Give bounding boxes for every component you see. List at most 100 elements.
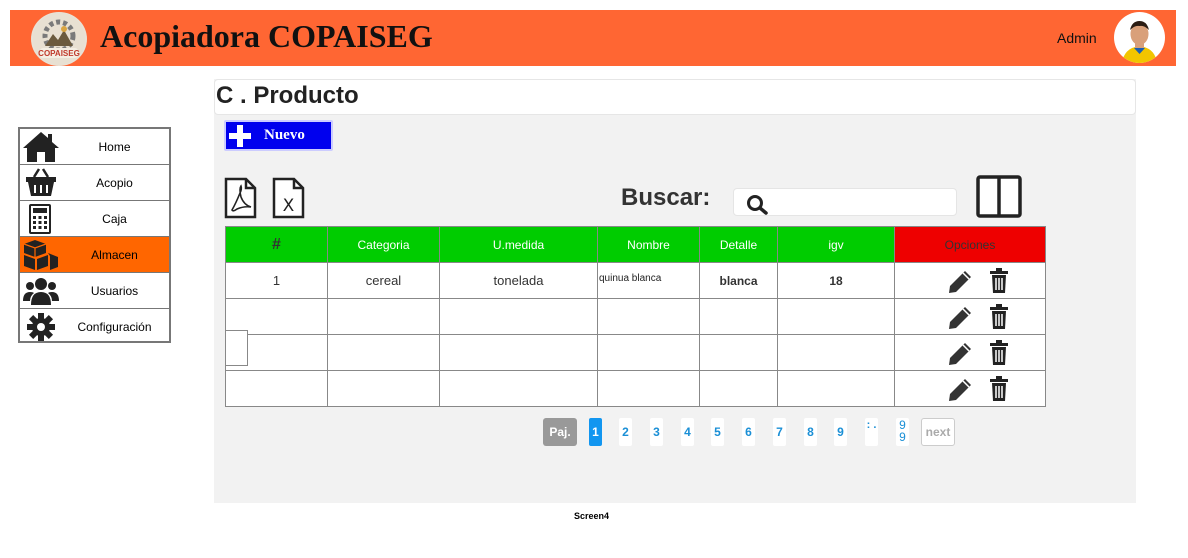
- cell-options: [894, 262, 1046, 299]
- table-header-row: # Categoria U.medida Nombre Detalle igv …: [225, 226, 1046, 263]
- table-row[interactable]: [225, 298, 1046, 335]
- search-label: Buscar:: [621, 184, 711, 211]
- pagination-ellipsis: : .: [865, 418, 878, 446]
- users-icon: [22, 275, 60, 307]
- sidebar-item-label: Almacen: [91, 247, 138, 262]
- cell-categoria: cereal: [327, 262, 440, 299]
- new-product-button[interactable]: Nuevo: [224, 120, 333, 151]
- cell-nombre: [597, 298, 700, 335]
- cell-nombre: [597, 334, 700, 371]
- product-table: # Categoria U.medida Nombre Detalle igv …: [225, 226, 1046, 407]
- cell-nombre: quinua blanca: [597, 262, 700, 299]
- cell-categoria: [327, 370, 440, 407]
- sidebar-item-acopio[interactable]: Acopio: [20, 165, 169, 201]
- page-title: C . Producto: [216, 82, 359, 109]
- sidebar-item-configuracion[interactable]: Configuración: [20, 309, 169, 345]
- table-row[interactable]: [225, 370, 1046, 407]
- page-9-button[interactable]: 9: [834, 418, 847, 446]
- cell-detalle: blanca: [699, 262, 778, 299]
- svg-text:X: X: [283, 196, 295, 216]
- sidebar-item-almacen[interactable]: Almacen: [20, 237, 169, 273]
- sidebar-item-label: Acopio: [96, 175, 133, 190]
- cell-options: [894, 334, 1046, 371]
- boxes-icon: [22, 239, 60, 271]
- sidebar-item-label: Configuración: [77, 320, 152, 334]
- new-button-label: Nuevo: [264, 127, 305, 143]
- page-1-button[interactable]: 1: [589, 418, 602, 446]
- next-page-button[interactable]: next: [921, 418, 955, 446]
- company-logo[interactable]: COPAISEG: [31, 12, 87, 66]
- cell-options: [894, 298, 1046, 335]
- basket-icon: [22, 167, 60, 199]
- search-icon[interactable]: [746, 193, 768, 215]
- trash-icon[interactable]: [989, 304, 1009, 330]
- page-5-button[interactable]: 5: [711, 418, 724, 446]
- last-page-button[interactable]: 9 9: [896, 418, 909, 446]
- page-header: C . Producto: [214, 79, 1136, 115]
- trash-icon[interactable]: [989, 268, 1009, 294]
- cell-nombre: [597, 370, 700, 407]
- search-box: [733, 188, 957, 216]
- cell-igv: [777, 370, 895, 407]
- column-header-categoria[interactable]: Categoria: [327, 226, 440, 263]
- cell-umedida: tonelada: [439, 262, 598, 299]
- pagination-label: Paj.: [543, 418, 577, 446]
- page-2-button[interactable]: 2: [619, 418, 632, 446]
- row-selector-box[interactable]: [225, 330, 248, 366]
- page-8-button[interactable]: 8: [804, 418, 817, 446]
- column-header-opciones: Opciones: [894, 226, 1046, 263]
- sidebar-item-caja[interactable]: Caja: [20, 201, 169, 237]
- edit-icon[interactable]: [947, 305, 973, 331]
- sidebar-item-usuarios[interactable]: Usuarios: [20, 273, 169, 309]
- user-avatar[interactable]: [1114, 12, 1165, 63]
- column-header-igv[interactable]: igv: [777, 226, 895, 263]
- excel-icon[interactable]: X: [272, 177, 305, 219]
- top-bar: COPAISEG Acopiadora COPAISEG Admin: [10, 10, 1176, 66]
- column-header-number[interactable]: #: [225, 226, 328, 263]
- cell-options: [894, 370, 1046, 407]
- home-icon: [22, 131, 60, 163]
- cell-igv: [777, 334, 895, 371]
- sidebar-nav: Home Acopio Caja Almacen Usuarios Config…: [18, 127, 171, 343]
- page-3-button[interactable]: 3: [650, 418, 663, 446]
- cell-categoria: [327, 334, 440, 371]
- sidebar-item-label: Usuarios: [90, 283, 139, 298]
- cell-igv: 18: [777, 262, 895, 299]
- trash-icon[interactable]: [989, 376, 1009, 402]
- pdf-icon[interactable]: [224, 177, 257, 219]
- screen-caption: Screen4: [574, 511, 610, 521]
- plus-icon: [228, 124, 252, 148]
- page-6-button[interactable]: 6: [742, 418, 755, 446]
- edit-icon[interactable]: [947, 341, 973, 367]
- calculator-icon: [22, 203, 60, 235]
- cell-detalle: [699, 334, 778, 371]
- sidebar-item-label: Home: [98, 139, 131, 154]
- column-header-umedida[interactable]: U.medida: [439, 226, 598, 263]
- app-title: Acopiadora COPAISEG: [100, 18, 433, 54]
- table-row[interactable]: [225, 334, 1046, 371]
- table-row[interactable]: 1 cereal tonelada quinua blanca blanca 1…: [225, 262, 1046, 299]
- sidebar-item-label: Caja: [102, 211, 127, 226]
- edit-icon[interactable]: [947, 269, 973, 295]
- cell-igv: [777, 298, 895, 335]
- page-4-button[interactable]: 4: [681, 418, 694, 446]
- cell-umedida: [439, 298, 598, 335]
- cell-detalle: [699, 370, 778, 407]
- edit-icon[interactable]: [947, 377, 973, 403]
- sidebar-item-home[interactable]: Home: [20, 129, 169, 165]
- cell-number: 1: [225, 262, 328, 299]
- gear-icon: [22, 311, 60, 343]
- trash-icon[interactable]: [989, 340, 1009, 366]
- cell-detalle: [699, 298, 778, 335]
- user-name[interactable]: Admin: [1057, 30, 1097, 46]
- cell-umedida: [439, 370, 598, 407]
- cell-umedida: [439, 334, 598, 371]
- columns-icon[interactable]: [976, 175, 1022, 218]
- search-input[interactable]: [776, 192, 946, 214]
- main-panel: C . Producto Nuevo X Buscar: # Categoria…: [214, 79, 1136, 503]
- column-header-detalle[interactable]: Detalle: [699, 226, 778, 263]
- column-header-nombre[interactable]: Nombre: [597, 226, 700, 263]
- cell-number: [225, 370, 328, 407]
- page-7-button[interactable]: 7: [773, 418, 786, 446]
- svg-text:COPAISEG: COPAISEG: [38, 49, 80, 58]
